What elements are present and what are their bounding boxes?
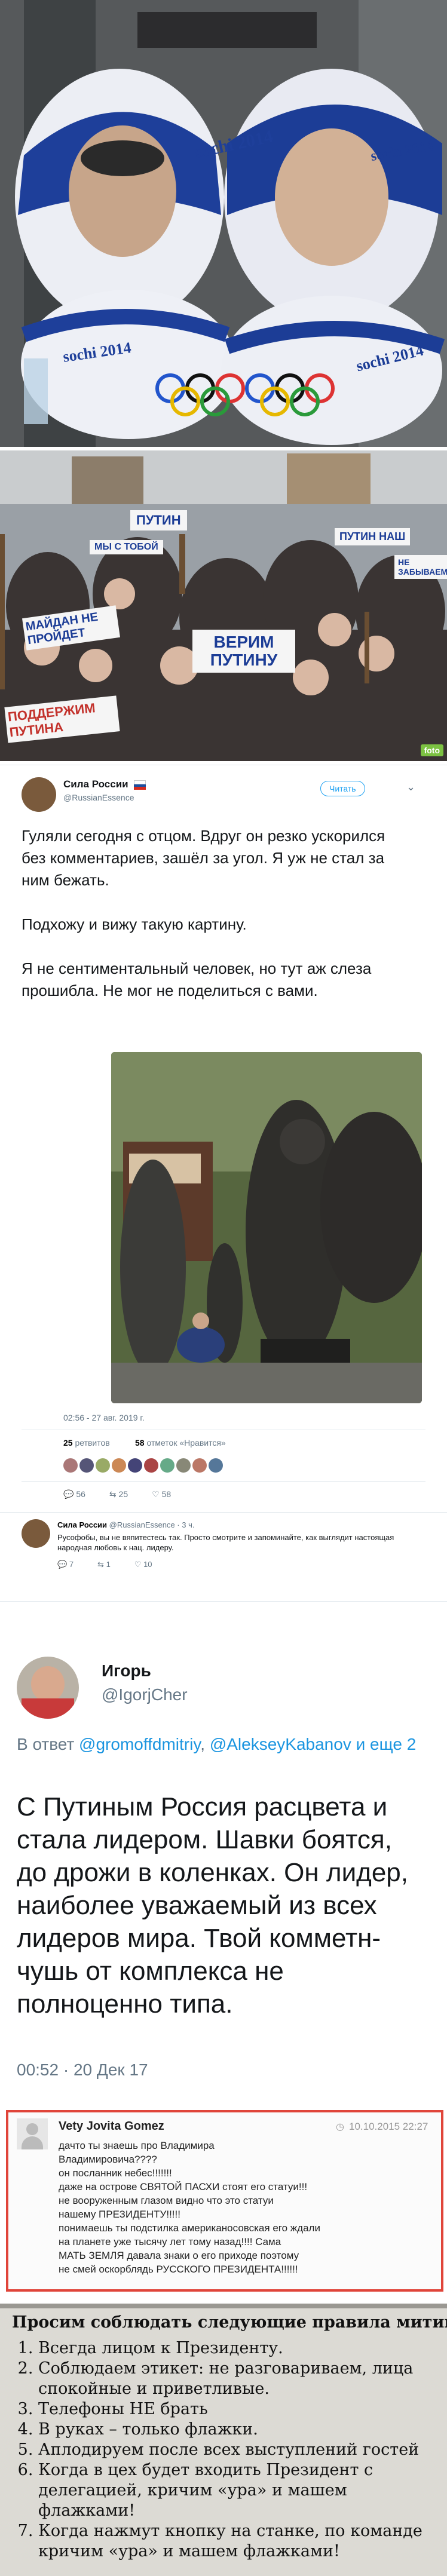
comment-text: дачто ты знаешь про Владимира Владимиров… xyxy=(59,2139,429,2276)
retweet-count: 1 xyxy=(106,1560,111,1569)
liker-avatars xyxy=(63,1458,223,1473)
like-count: 58 xyxy=(161,1489,172,1499)
sign-my-s-toboy: МЫ С ТОБОЙ xyxy=(90,540,163,554)
action-bar: 💬 56 ⇆ 25 ♡ 58 xyxy=(63,1489,171,1499)
photo-rally: ПУТИН МЫ С ТОБОЙ ВЕРИМ ПУТИНУ МАЙДАН НЕ … xyxy=(0,450,447,761)
tweet-paragraph: Гуляли сегодня с отцом. Вдруг он резко у… xyxy=(22,827,385,889)
author-handle[interactable]: @RussianEssence xyxy=(63,793,134,802)
avatar[interactable] xyxy=(144,1458,158,1473)
reply-prefix: В ответ xyxy=(17,1735,75,1753)
retweets-label: ретвитов xyxy=(75,1438,110,1448)
reply-action-bar: 💬 7 ⇆ 1 ♡ 10 xyxy=(57,1560,152,1569)
author-handle[interactable]: @IgorjCher xyxy=(102,1685,188,1704)
retweet-button[interactable]: ⇆ 25 xyxy=(109,1489,128,1499)
like-stats[interactable]: 58 отметок «Нравится» xyxy=(135,1438,226,1448)
rules-paper: Просим соблюдать следующие правила митин… xyxy=(0,2304,447,2576)
author-name[interactable]: Сила России xyxy=(63,778,128,790)
likes-label: отметок «Нравится» xyxy=(146,1438,226,1448)
comment-line: Владимировича???? xyxy=(59,2154,157,2165)
reply-author: Сила России @RussianEssence · 3 ч. xyxy=(57,1520,194,1529)
avatar[interactable] xyxy=(17,1657,79,1719)
sign-ne-zabyvaem: НЕ ЗАБЫВАЕМ xyxy=(394,555,447,579)
avatar[interactable] xyxy=(22,1519,50,1548)
rule-item: Всегда лицом к Президенту. xyxy=(38,2338,442,2359)
reply-count: 7 xyxy=(69,1560,74,1569)
like-count: 10 xyxy=(143,1560,152,1569)
avatar[interactable] xyxy=(192,1458,207,1473)
tweet-sila-rossii: Сила России @RussianEssence Читать ⌄ Гул… xyxy=(0,765,447,1590)
retweet-stats[interactable]: 25 ретвитов xyxy=(63,1438,110,1448)
tweet-text: С Путиным Россия расцвета и стала лидеро… xyxy=(17,1792,408,2019)
watermark: foto xyxy=(420,744,443,756)
tweet-paragraph: Я не сентиментальный человек, но тут аж … xyxy=(22,959,372,999)
comment-line: понимаешь ты подстилка американосовская … xyxy=(59,2222,320,2234)
body-paint-image xyxy=(0,0,447,447)
flag-icon xyxy=(134,780,146,790)
comment-line: на планете уже тысячу лет тому назад!!!!… xyxy=(59,2236,281,2247)
tweet-photo[interactable] xyxy=(111,1052,422,1403)
chevron-down-icon[interactable]: ⌄ xyxy=(406,781,415,793)
reply-author-handle[interactable]: @RussianEssence · 3 ч. xyxy=(109,1520,195,1529)
comment-card: Vety Jovita Gomez ◷ 10.10.2015 22:27 дач… xyxy=(0,2110,447,2293)
rules-list: Всегда лицом к Президенту. Соблюдаем эти… xyxy=(0,2338,442,2562)
avatar[interactable] xyxy=(112,1458,126,1473)
comment-line: он посланник небес!!!!!!! xyxy=(59,2167,172,2179)
timestamp[interactable]: 00:52 · 20 Дек 17 xyxy=(17,2060,148,2080)
reply-text: Русофобы, вы не вяпитестесь так. Просто … xyxy=(57,1533,394,1552)
comment-line: дачто ты знаешь про Владимира xyxy=(59,2140,215,2151)
avatar[interactable] xyxy=(63,1458,78,1473)
sign-verim-putinu: ВЕРИМ ПУТИНУ xyxy=(192,630,295,673)
sign-putin: ПУТИН xyxy=(130,510,187,530)
rule-item: Телефоны НЕ брать xyxy=(38,2399,442,2419)
more-mentions-link[interactable]: и еще 2 xyxy=(356,1735,417,1753)
comment-line: МАТЬ ЗЕМЛЯ давала знаки о его приходе по… xyxy=(59,2250,299,2261)
rule-item: Соблюдаем этикет: не разговариваем, лица… xyxy=(38,2359,442,2399)
comment-line: не вооруженным глазом видно что это стат… xyxy=(59,2195,274,2206)
follow-button[interactable]: Читать xyxy=(320,781,365,796)
statue-image xyxy=(111,1052,422,1403)
tweet-igor: Игорь @IgorjCher В ответ @gromoffdmitriy… xyxy=(0,1601,447,2092)
reply-author-name[interactable]: Сила России xyxy=(57,1520,107,1529)
author-name[interactable]: Игорь xyxy=(102,1661,151,1680)
avatar[interactable] xyxy=(209,1458,223,1473)
comment-date: 10.10.2015 22:27 xyxy=(349,2121,428,2132)
clock-icon: ◷ xyxy=(336,2122,344,2132)
photo-body-paint: sochi 2014 sochi 2014 sochi 2014 sochi 2… xyxy=(0,0,447,447)
avatar[interactable] xyxy=(96,1458,110,1473)
avatar[interactable] xyxy=(79,1458,94,1473)
likes-count: 58 xyxy=(135,1438,145,1448)
sign-putin-nash: ПУТИН НАШ xyxy=(335,528,411,545)
comment-author[interactable]: Vety Jovita Gomez xyxy=(59,2120,164,2133)
reply-context: В ответ @gromoffdmitriy, @AlekseyKabanov… xyxy=(17,1735,417,1753)
like-button[interactable]: ♡ 10 xyxy=(134,1560,152,1569)
mention-link[interactable]: @gromoffdmitriy xyxy=(79,1735,200,1753)
comment-line: нашему ПРЕЗИДЕНТУ!!!!! xyxy=(59,2209,180,2220)
rules-title: Просим соблюдать следующие правила митин… xyxy=(12,2313,447,2332)
reply-button[interactable]: 💬 7 xyxy=(57,1560,74,1569)
comment-line: даже на острове СВЯТОЙ ПАСХИ стоят его с… xyxy=(59,2181,308,2192)
avatar[interactable] xyxy=(176,1458,191,1473)
timestamp[interactable]: 02:56 - 27 авг. 2019 г. xyxy=(63,1413,145,1422)
rule-item: Аплодируем после всех выступлений гостей xyxy=(38,2440,442,2460)
retweets-count: 25 xyxy=(63,1438,73,1448)
comment-line: не смей оскорблядь РУССКОГО ПРЕЗИДЕНТА!!… xyxy=(59,2264,298,2275)
retweet-button[interactable]: ⇆ 1 xyxy=(97,1560,111,1569)
avatar[interactable] xyxy=(22,777,56,812)
avatar[interactable] xyxy=(160,1458,174,1473)
like-button[interactable]: ♡ 58 xyxy=(152,1489,171,1499)
reply-button[interactable]: 💬 56 xyxy=(63,1489,85,1499)
reply-count: 56 xyxy=(76,1489,85,1499)
mention-link[interactable]: @AlekseyKabanov xyxy=(210,1735,351,1753)
avatar[interactable] xyxy=(17,2118,48,2149)
tweet-body: Гуляли сегодня с отцом. Вдруг он резко у… xyxy=(22,825,404,1002)
rule-item: Когда нажмут кнопку на станке, по команд… xyxy=(38,2521,442,2562)
retweet-count: 25 xyxy=(118,1489,128,1499)
rule-item: Когда в цех будет входить Президент с де… xyxy=(38,2460,442,2521)
avatar[interactable] xyxy=(128,1458,142,1473)
tweet-paragraph: Подхожу и вижу такую картину. xyxy=(22,915,247,933)
rule-item: В руках – только флажки. xyxy=(38,2419,442,2440)
